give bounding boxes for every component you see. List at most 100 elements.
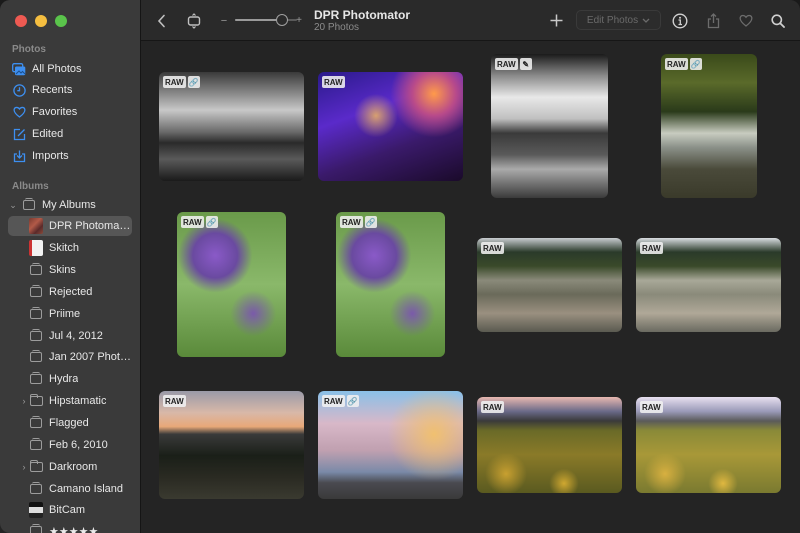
section-label-albums: Albums (12, 181, 49, 192)
album-icon (29, 263, 43, 277)
sidebar-item-recents[interactable]: Recents (12, 80, 136, 100)
sidebar-item-feb-6-2010[interactable]: Feb 6, 2010 (8, 435, 132, 455)
sidebar-item-label: Skitch (49, 242, 79, 254)
sidebar-item-hydra[interactable]: Hydra (8, 369, 132, 389)
album-icon (29, 416, 43, 430)
photo-badges: RAW ✎ (495, 58, 532, 70)
sidebar-item-label: BitCam (49, 504, 86, 516)
sidebar-item-bitcam[interactable]: BitCam (8, 500, 132, 520)
sidebar-item-flagged[interactable]: Flagged (8, 413, 132, 433)
sidebar-item-label: Hipstamatic (49, 395, 107, 407)
aspect-fit-button[interactable] (186, 0, 202, 41)
raw-badge: RAW (481, 401, 504, 413)
zoom-slider-fill (235, 19, 282, 21)
photo-badges: RAW 🔗 (322, 395, 359, 407)
aspect-fit-icon (187, 12, 201, 29)
album-icon (29, 372, 43, 386)
photo-badges: RAW (322, 76, 345, 88)
search-button[interactable] (769, 0, 787, 41)
sidebar-item-label: Favorites (32, 106, 78, 118)
sidebar-item-camano-island[interactable]: Camano Island (8, 479, 132, 499)
add-button[interactable] (547, 0, 565, 41)
photo-badges: RAW (640, 401, 663, 413)
sidebar-item-jul-4-2012[interactable]: Jul 4, 2012 (8, 326, 132, 346)
maximize-button[interactable] (55, 15, 67, 27)
chevron-right-icon[interactable]: › (19, 396, 29, 406)
zoom-out-button[interactable]: − (219, 0, 229, 41)
photo-thumbnail[interactable]: RAW ✎ (491, 54, 608, 198)
chevron-right-icon[interactable]: › (19, 462, 29, 472)
photo-badges: RAW (481, 242, 504, 254)
photo-thumbnail[interactable]: RAW (477, 397, 622, 493)
photo-badges: RAW 🔗 (163, 76, 200, 88)
sidebar-item-imports[interactable]: Imports (12, 146, 136, 166)
sidebar-item-label: Darkroom (49, 461, 98, 473)
chevron-down-icon (642, 18, 650, 23)
chevron-down-icon[interactable]: ⌄ (8, 200, 18, 211)
share-button[interactable] (704, 0, 722, 41)
photo-thumbnail[interactable]: RAW 🔗 (177, 212, 286, 357)
photo-thumbnail[interactable]: RAW 🔗 (159, 72, 304, 181)
album-thumbnail-icon (29, 240, 43, 256)
favorite-button[interactable] (737, 0, 755, 41)
sidebar-item-label: Priime (49, 308, 81, 320)
link-icon: 🔗 (689, 58, 702, 70)
sidebar-item-all-photos[interactable]: All Photos (12, 59, 136, 79)
photo-thumbnail[interactable]: RAW (318, 72, 463, 181)
photo-thumbnail[interactable]: RAW (159, 391, 304, 499)
sidebar-item-darkroom[interactable]: › Darkroom (8, 457, 132, 477)
album-icon (22, 198, 36, 212)
zoom-in-button[interactable]: + (294, 0, 304, 41)
zoom-slider-thumb[interactable] (275, 14, 288, 26)
search-icon (771, 13, 785, 28)
sidebar-item-label: Imports (32, 150, 69, 162)
zoom-slider[interactable] (235, 14, 297, 26)
sidebar-item-label: Flagged (49, 417, 89, 429)
sidebar-item-label: Edited (32, 128, 64, 140)
photo-badges: RAW (481, 401, 504, 413)
photo-thumbnail[interactable]: RAW (636, 397, 781, 493)
sidebar-item-rejected[interactable]: Rejected (8, 282, 132, 302)
sidebar-item-label: My Albums (42, 199, 96, 211)
photo-thumbnail[interactable]: RAW (636, 238, 781, 332)
share-icon (707, 12, 719, 28)
link-icon: 🔗 (205, 216, 218, 228)
sidebar-item-edited[interactable]: Edited (12, 124, 136, 144)
sidebar-item-my-albums[interactable]: ⌄ My Albums (8, 195, 132, 215)
sidebar-item-skitch[interactable]: Skitch (8, 238, 132, 258)
sidebar-item-dpr-photomator[interactable]: DPR Photomator (8, 216, 132, 236)
sidebar-item-label: Camano Island (49, 483, 123, 495)
link-icon: 🔗 (364, 216, 377, 228)
close-button[interactable] (15, 15, 27, 27)
folder-icon (29, 394, 43, 408)
edit-photos-button[interactable]: Edit Photos (576, 10, 661, 30)
sidebar-item-priime[interactable]: Priime (8, 304, 132, 324)
sidebar-item-five-stars[interactable]: ★★★★★ (8, 521, 132, 533)
raw-badge: RAW (163, 395, 186, 407)
back-button[interactable] (153, 0, 169, 41)
edit-icon: ✎ (519, 58, 532, 70)
photo-thumbnail[interactable]: RAW (477, 238, 622, 332)
minimize-button[interactable] (35, 15, 47, 27)
raw-badge: RAW (181, 216, 204, 228)
sidebar-item-jan-2007[interactable]: Jan 2007 Phot… (8, 347, 132, 367)
sidebar-item-label: Skins (49, 264, 76, 276)
raw-badge: RAW (322, 395, 345, 407)
photos-icon (12, 62, 26, 76)
photo-thumbnail[interactable]: RAW 🔗 (336, 212, 445, 357)
sidebar-item-label: Jul 4, 2012 (49, 330, 103, 342)
photo-thumbnail[interactable]: RAW 🔗 (661, 54, 757, 198)
sidebar-item-skins[interactable]: Skins (8, 260, 132, 280)
edit-icon (12, 127, 26, 141)
info-button[interactable] (671, 0, 689, 41)
heart-icon (12, 105, 26, 119)
photo-thumbnail[interactable]: RAW 🔗 (318, 391, 463, 499)
sidebar: Photos All Photos Recents Favorites Edit… (0, 0, 141, 533)
sidebar-item-hipstamatic[interactable]: › Hipstamatic (8, 391, 132, 411)
album-title: DPR Photomator (314, 8, 410, 22)
raw-badge: RAW (322, 76, 345, 88)
raw-badge: RAW (495, 58, 518, 70)
raw-badge: RAW (340, 216, 363, 228)
sidebar-item-favorites[interactable]: Favorites (12, 102, 136, 122)
album-icon (29, 438, 43, 452)
